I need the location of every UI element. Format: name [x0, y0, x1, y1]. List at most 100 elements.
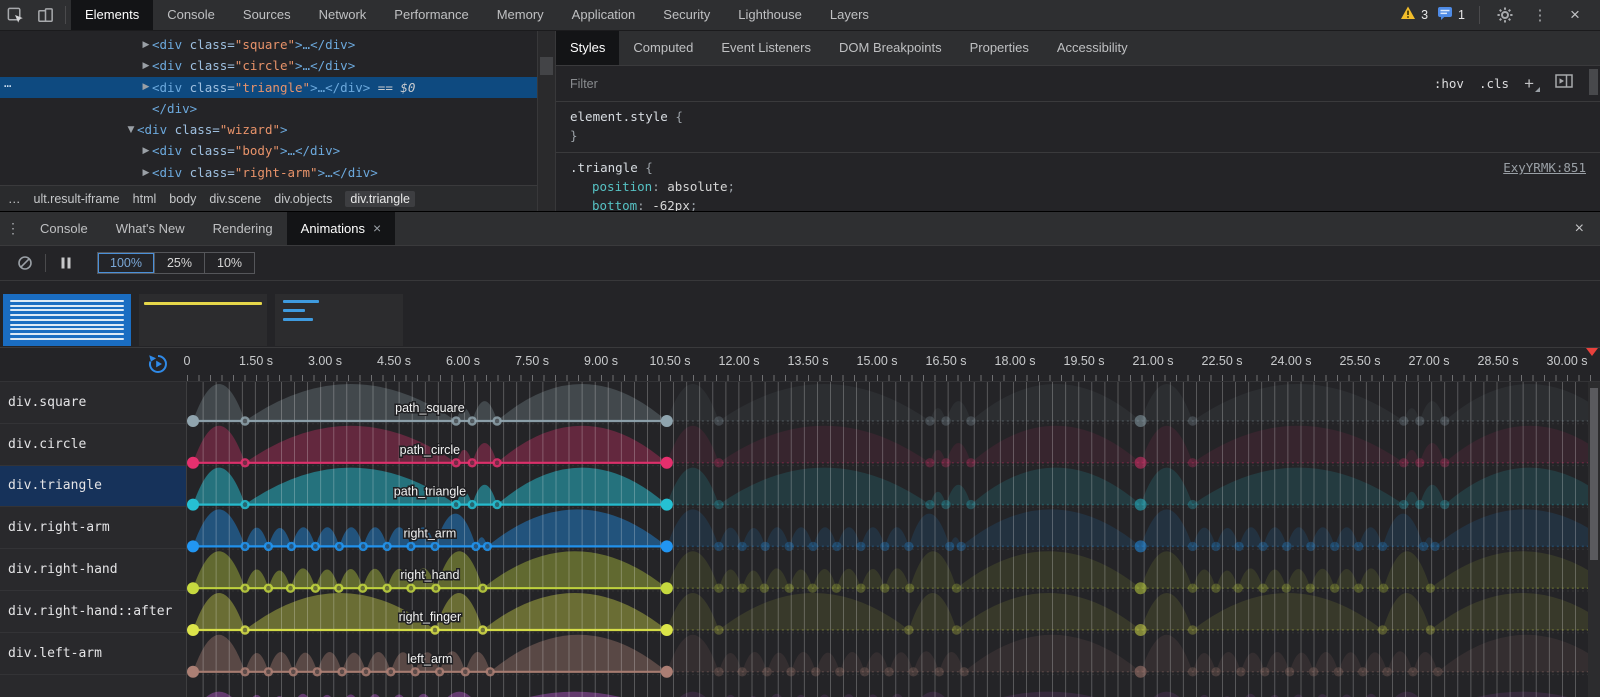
keyframe-dot[interactable]	[860, 667, 869, 676]
keyframe-dot[interactable]	[714, 625, 723, 634]
keyframe-dot[interactable]	[925, 416, 934, 425]
keyframe-dot[interactable]	[1211, 542, 1220, 551]
breadcrumb-item[interactable]: …	[8, 192, 21, 206]
disclosure-arrow-icon[interactable]: ▼	[125, 120, 137, 141]
keyframe-dot[interactable]	[835, 667, 844, 676]
elements-scrollbar[interactable]	[537, 31, 556, 211]
keyframe-dot[interactable]	[661, 624, 673, 636]
keyframe-dot[interactable]	[661, 499, 673, 511]
keyframe-dot[interactable]	[1354, 542, 1363, 551]
keyframe-dot[interactable]	[1211, 667, 1220, 676]
keyframe-dot[interactable]	[811, 667, 820, 676]
breadcrumb-item[interactable]: ult.result-iframe	[34, 192, 120, 206]
keyframe-dot[interactable]	[714, 500, 723, 509]
keyframe-dot[interactable]	[941, 500, 950, 509]
keyframe-dot[interactable]	[880, 584, 889, 593]
speed-button-25[interactable]: 25%	[154, 253, 204, 273]
keyframe-dot[interactable]	[1354, 584, 1363, 593]
keyframe-dot[interactable]	[808, 542, 817, 551]
keyframe-dot[interactable]	[661, 582, 673, 594]
keyframe-dot[interactable]	[760, 584, 769, 593]
keyframe-dot[interactable]	[1135, 624, 1147, 636]
styles-scrollbar-thumb[interactable]	[1589, 69, 1598, 95]
keyframe-dot[interactable]	[808, 584, 817, 593]
keyframe-dot[interactable]	[762, 667, 771, 676]
keyframe-dot[interactable]	[1258, 584, 1267, 593]
keyframe-dot[interactable]	[1330, 584, 1339, 593]
breadcrumb-item[interactable]: div.scene	[209, 192, 261, 206]
keyframe-dot[interactable]	[714, 416, 723, 425]
css-rule[interactable]: ExyYRMK:851.triangle {position: absolute…	[556, 153, 1600, 211]
keyframe-dot[interactable]	[1211, 584, 1220, 593]
keyframe-dot[interactable]	[1309, 667, 1318, 676]
keyframe-dot[interactable]	[966, 458, 975, 467]
tab-lighthouse[interactable]: Lighthouse	[724, 0, 816, 30]
close-drawer-button[interactable]: ×	[1559, 220, 1600, 238]
tab-performance[interactable]: Performance	[380, 0, 482, 30]
styles-filter-input[interactable]	[556, 76, 852, 92]
track-row-div-square[interactable]: div.square	[0, 382, 186, 424]
dom-tree-row[interactable]: ▶<div class="body">…</div>	[0, 140, 537, 161]
css-property-row[interactable]: position: absolute;	[570, 177, 1586, 196]
tab-memory[interactable]: Memory	[483, 0, 558, 30]
keyframe-dot[interactable]	[187, 666, 199, 678]
animation-group-preview[interactable]	[275, 294, 403, 346]
keyframe-dot[interactable]	[187, 582, 199, 594]
keyframe-dot[interactable]	[1306, 542, 1315, 551]
warning-icon[interactable]	[1400, 5, 1416, 26]
toggle-hover-state-button[interactable]: :hov	[1434, 76, 1464, 91]
keyframe-dot[interactable]	[714, 667, 723, 676]
collapse-sidebar-icon[interactable]	[1555, 73, 1574, 94]
keyframe-dot[interactable]	[1236, 667, 1245, 676]
drawer-tab-animations[interactable]: Animations×	[287, 212, 396, 245]
keyframe-dot[interactable]	[1282, 584, 1291, 593]
keyframe-dot[interactable]	[738, 584, 747, 593]
css-property-row[interactable]: bottom: -62px;	[570, 196, 1586, 211]
drawer-tab-what-s-new[interactable]: What's New	[102, 212, 199, 245]
keyframe-dot[interactable]	[1399, 416, 1408, 425]
keyframe-dot[interactable]	[1415, 416, 1424, 425]
settings-gear-icon[interactable]	[1490, 0, 1520, 30]
keyframe-dot[interactable]	[1440, 500, 1449, 509]
track-row-div-left-arm[interactable]: div.left-arm	[0, 633, 186, 675]
tab-elements[interactable]: Elements	[71, 0, 153, 30]
tab-styles[interactable]: Styles	[556, 31, 619, 65]
keyframe-dot[interactable]	[1135, 415, 1147, 427]
keyframe-dot[interactable]	[1415, 458, 1424, 467]
tab-network[interactable]: Network	[305, 0, 381, 30]
keyframe-dot[interactable]	[187, 457, 199, 469]
keyframe-dot[interactable]	[945, 542, 954, 551]
keyframe-dot[interactable]	[785, 584, 794, 593]
keyframe-dot[interactable]	[1430, 542, 1439, 551]
keyframe-dot[interactable]	[738, 667, 747, 676]
keyframe-dot[interactable]	[941, 416, 950, 425]
pause-icon[interactable]	[51, 248, 81, 278]
new-style-rule-button[interactable]: +	[1524, 78, 1540, 90]
keyframe-dot[interactable]	[1260, 667, 1269, 676]
keyframe-dot[interactable]	[1426, 625, 1435, 634]
timeline-scrubber[interactable]	[1586, 348, 1598, 356]
keyframe-dot[interactable]	[1135, 666, 1147, 678]
inspect-element-icon[interactable]	[0, 0, 30, 30]
animation-group-preview[interactable]	[139, 294, 267, 346]
keyframe-dot[interactable]	[952, 625, 961, 634]
breadcrumb-item[interactable]: div.triangle	[345, 191, 415, 207]
keyframe-dot[interactable]	[661, 540, 673, 552]
breadcrumb-item[interactable]: body	[169, 192, 196, 206]
breadcrumb-item[interactable]: html	[133, 192, 157, 206]
keyframe-dot[interactable]	[1135, 457, 1147, 469]
grid-scrollbar[interactable]	[1588, 382, 1600, 697]
keyframe-dot[interactable]	[714, 458, 723, 467]
keyframe-dot[interactable]	[1234, 542, 1243, 551]
dom-tree-row[interactable]: ▶<div class="circle">…</div>	[0, 55, 537, 76]
keyframe-dot[interactable]	[1383, 667, 1392, 676]
keyframe-dot[interactable]	[909, 667, 918, 676]
keyframe-dot[interactable]	[905, 584, 914, 593]
keyframe-dot[interactable]	[187, 540, 199, 552]
keyframe-dot[interactable]	[880, 542, 889, 551]
dom-tree-row[interactable]: ▼<div class="wizard">	[0, 119, 537, 140]
tab-accessibility[interactable]: Accessibility	[1043, 31, 1142, 65]
keyframe-dot[interactable]	[786, 667, 795, 676]
keyframe-dot[interactable]	[661, 457, 673, 469]
speed-button-100[interactable]: 100%	[98, 253, 154, 273]
